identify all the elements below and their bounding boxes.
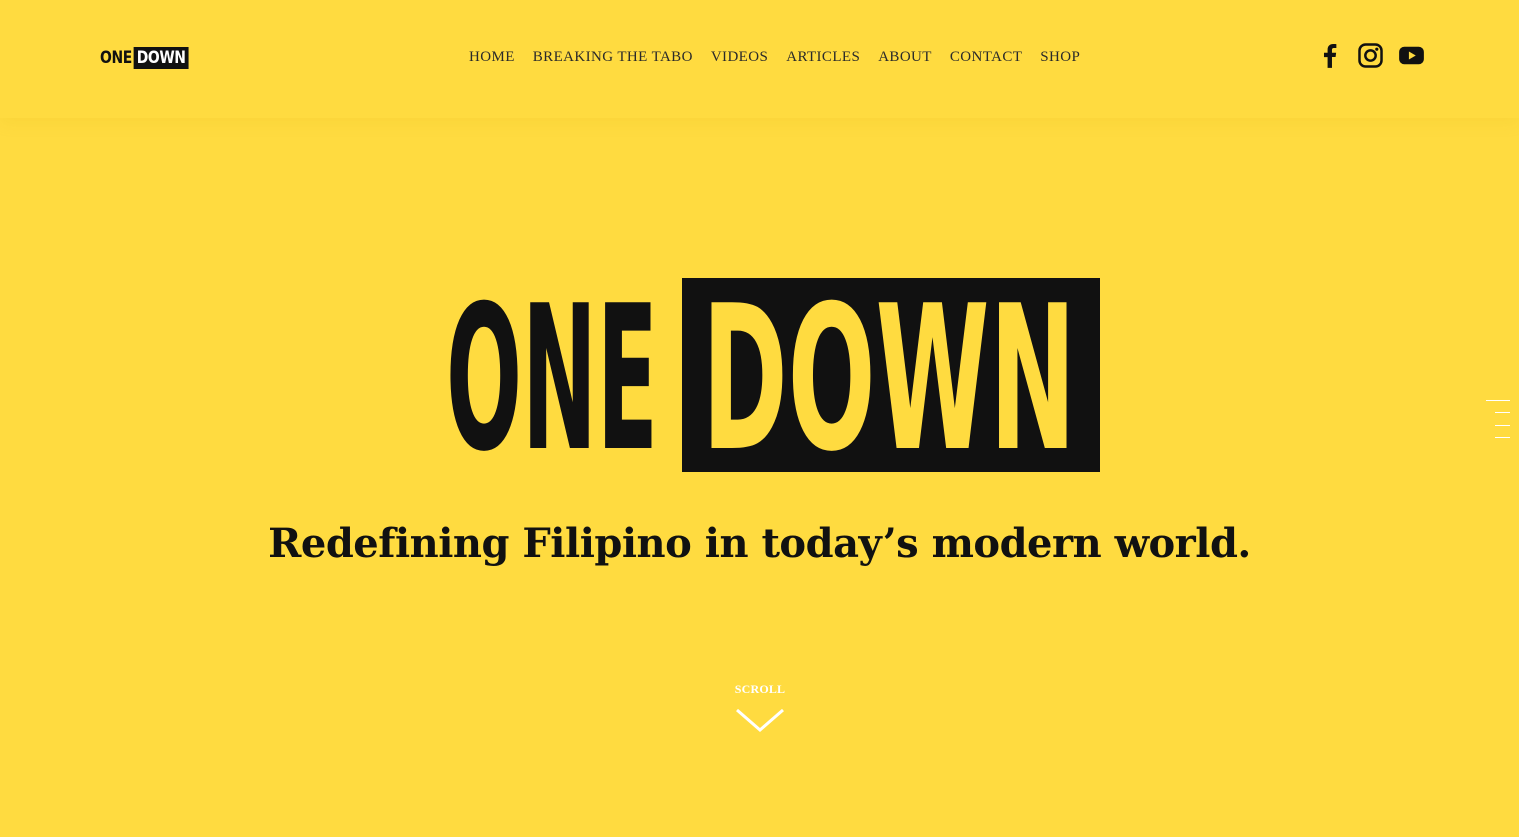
- site-header: ONE DOWN HOME BREAKING THE TABO VIDEOS A…: [0, 0, 1519, 118]
- hero-tagline: Redefining Filipino in today’s modern wo…: [268, 520, 1251, 567]
- main-nav: HOME BREAKING THE TABO VIDEOS ARTICLES A…: [469, 49, 1080, 66]
- site-logo[interactable]: ONE DOWN: [100, 47, 189, 69]
- hero-logo: ONE DOWN: [446, 278, 1100, 472]
- logo-one-text: ONE: [100, 48, 132, 68]
- facebook-link[interactable]: [1316, 42, 1343, 69]
- nav-item-shop[interactable]: SHOP: [1040, 49, 1080, 66]
- youtube-link[interactable]: [1398, 42, 1425, 69]
- nav-item-videos[interactable]: VIDEOS: [711, 49, 768, 66]
- facebook-icon: [1323, 44, 1337, 68]
- side-menu-line: [1495, 437, 1510, 438]
- nav-item-articles[interactable]: ARTICLES: [786, 49, 860, 66]
- instagram-link[interactable]: [1357, 42, 1384, 69]
- side-menu-line: [1486, 400, 1510, 401]
- hero-logo-one: ONE: [446, 278, 658, 472]
- side-menu-line: [1495, 425, 1510, 426]
- hero-logo-one-text: ONE: [446, 278, 658, 472]
- nav-item-breaking-the-tabo[interactable]: BREAKING THE TABO: [533, 49, 693, 66]
- scroll-button[interactable]: SCROLL: [730, 682, 790, 733]
- scroll-label: SCROLL: [734, 682, 786, 696]
- side-menu-toggle[interactable]: [1484, 398, 1512, 442]
- youtube-icon: [1399, 46, 1424, 65]
- nav-item-home[interactable]: HOME: [469, 49, 515, 66]
- side-menu-line: [1495, 412, 1510, 413]
- logo-down-text: DOWN: [133, 47, 189, 69]
- hero-logo-down-text: DOWN: [702, 278, 1076, 472]
- social-links: [1316, 42, 1425, 69]
- chevron-down-icon: [736, 709, 784, 732]
- nav-item-about[interactable]: ABOUT: [878, 49, 932, 66]
- instagram-icon: [1358, 43, 1383, 68]
- nav-item-contact[interactable]: CONTACT: [950, 49, 1022, 66]
